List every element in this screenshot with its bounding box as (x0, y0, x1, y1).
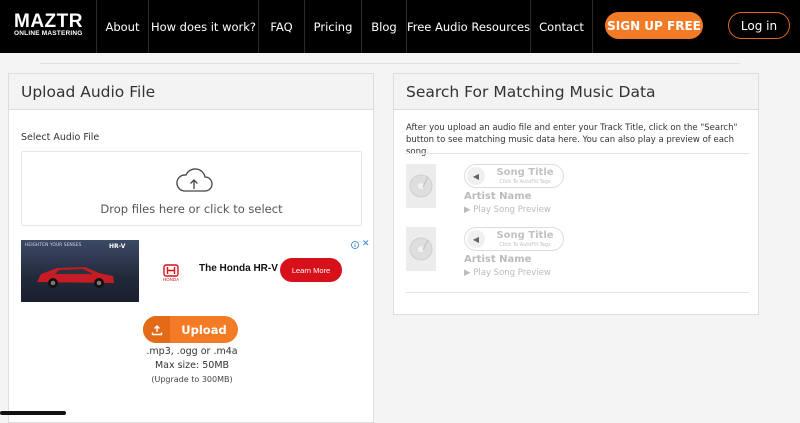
vinyl-record-icon (409, 237, 433, 261)
nav-label: Contact (539, 19, 584, 34)
autofill-hint: Click To AutoFill Tags (499, 242, 551, 248)
select-audio-label: Select Audio File (21, 132, 100, 143)
site-logo[interactable]: MAZTR ONLINE MASTERING (14, 11, 83, 38)
nav-label: How does it work? (150, 19, 257, 34)
log-in-button[interactable]: Log in (728, 12, 790, 39)
nav-item-about[interactable]: About (96, 0, 148, 53)
song-result: ◀ Song Title Click To AutoFill Tags Arti… (406, 227, 746, 287)
ad-image: HEIGHTEN YOUR SENSES HR-V (21, 240, 139, 302)
logo-tagline: ONLINE MASTERING (14, 30, 83, 37)
upload-button[interactable]: Upload (143, 316, 238, 343)
arrow-left-icon: ◀ (467, 230, 485, 248)
divider (406, 153, 749, 154)
search-panel: Search For Matching Music Data After you… (393, 73, 759, 315)
play-icon: ▶ (464, 268, 471, 278)
song-title-autofill-button[interactable]: ◀ Song Title Click To AutoFill Tags (464, 164, 564, 188)
upload-icon (151, 324, 162, 335)
ad-headline: The Honda HR-V (199, 263, 278, 274)
play-preview-label: Play Song Preview (473, 205, 551, 215)
nav-label: Pricing (313, 19, 353, 34)
play-preview-link[interactable]: ▶ Play Song Preview (464, 268, 551, 278)
nav-item-pricing[interactable]: Pricing (304, 0, 361, 53)
advertisement[interactable]: HEIGHTEN YOUR SENSES HR-V HONDA The Hond… (21, 240, 370, 304)
nav-label: About (105, 19, 140, 34)
nav-item-how-it-works[interactable]: How does it work? (148, 0, 258, 53)
ad-close-icon[interactable]: ✕ (362, 240, 370, 249)
file-dropzone[interactable]: Drop files here or click to select (21, 151, 362, 226)
nav-label: Blog (371, 19, 397, 34)
upgrade-note: (Upgrade to 300MB) (151, 375, 233, 384)
logo-wordmark: MAZTR (14, 11, 83, 32)
album-art-placeholder (406, 227, 436, 271)
divider (406, 292, 749, 293)
album-art-placeholder (406, 164, 436, 208)
scroll-indicator (0, 411, 66, 415)
nav-item-blog[interactable]: Blog (361, 0, 406, 53)
arrow-left-icon: ◀ (467, 167, 485, 185)
cloud-upload-icon (176, 168, 213, 192)
divider (40, 63, 740, 64)
dropzone-text: Drop files here or click to select (100, 202, 283, 216)
ad-brand-name: HONDA (163, 277, 179, 282)
artist-name: Artist Name (464, 254, 532, 265)
ad-learn-more-button[interactable]: Learn More (280, 258, 342, 282)
ad-model-badge: HR-V (109, 243, 126, 250)
honda-logo-icon: HONDA (163, 264, 179, 282)
vinyl-record-icon (409, 174, 433, 198)
nav-label: FAQ (270, 19, 293, 34)
ad-info-icon[interactable] (351, 241, 359, 249)
play-preview-link[interactable]: ▶ Play Song Preview (464, 205, 551, 215)
sign-up-button[interactable]: SIGN UP FREE (605, 12, 703, 39)
autofill-hint: Click To AutoFill Tags (499, 179, 551, 185)
song-result: ◀ Song Title Click To AutoFill Tags Arti… (406, 164, 746, 224)
song-title: Song Title (496, 167, 554, 178)
max-size-text: Max size: 50MB (154, 360, 230, 371)
upload-panel: Upload Audio File Select Audio File Drop… (8, 73, 374, 423)
ad-tagline: HEIGHTEN YOUR SENSES (25, 243, 82, 248)
nav-item-faq[interactable]: FAQ (258, 0, 304, 53)
nav-divider (592, 0, 593, 53)
play-icon: ▶ (464, 205, 471, 215)
artist-name: Artist Name (464, 191, 532, 202)
nav-label: Free Audio Resources (406, 19, 531, 34)
song-title: Song Title (496, 230, 554, 241)
car-image (37, 267, 114, 288)
upload-button-label: Upload (181, 322, 227, 337)
upload-panel-title: Upload Audio File (9, 74, 373, 110)
song-title-autofill-button[interactable]: ◀ Song Title Click To AutoFill Tags (464, 227, 564, 251)
nav-item-contact[interactable]: Contact (530, 0, 592, 53)
nav-item-free-audio-resources[interactable]: Free Audio Resources (406, 0, 530, 53)
top-navbar: MAZTR ONLINE MASTERING About How does it… (0, 0, 800, 53)
play-preview-label: Play Song Preview (473, 268, 551, 278)
file-types-text: .mp3, .ogg or .m4a (146, 346, 238, 357)
search-panel-title: Search For Matching Music Data (394, 74, 758, 110)
upload-icon-area (143, 316, 170, 343)
